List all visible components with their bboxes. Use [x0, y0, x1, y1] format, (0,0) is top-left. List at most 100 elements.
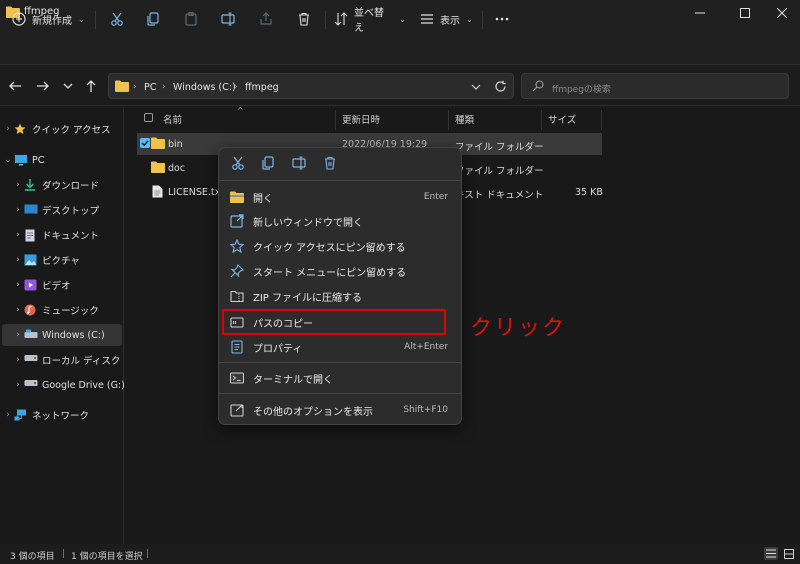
share-button[interactable] [254, 8, 278, 30]
view-button[interactable]: 表示 ⌄ [420, 8, 474, 30]
toolbar-divider [482, 11, 483, 29]
address-dropdown-button[interactable] [470, 81, 482, 93]
nav-item-windows-c[interactable]: › Windows (C:) [2, 324, 122, 346]
menu-item-pin-quick-access[interactable]: クイック アクセスにピン留めする [226, 234, 456, 258]
select-all-checkbox[interactable] [144, 113, 153, 122]
ctx-rename-button[interactable] [292, 156, 306, 170]
ctx-copy-button[interactable] [261, 156, 275, 170]
nav-item-documents[interactable]: › ドキュメント [2, 224, 122, 246]
highlight-box [222, 309, 446, 335]
rename-button[interactable] [216, 8, 240, 30]
toolbar-divider [95, 11, 96, 29]
cut-button[interactable] [105, 8, 129, 30]
tiles-view-button[interactable] [782, 547, 796, 560]
chevron-right-icon: › [16, 330, 20, 340]
column-divider[interactable] [541, 110, 542, 130]
new-button[interactable]: 新規作成 ⌄ [12, 8, 88, 30]
share-icon [259, 12, 273, 26]
address-bar[interactable] [108, 73, 514, 99]
ctx-cut-button[interactable] [231, 156, 245, 170]
chevron-right-icon: › [6, 124, 10, 134]
copy-button[interactable] [141, 8, 165, 30]
nav-item-local-disk-d[interactable]: › ローカル ディスク (D:) [2, 349, 141, 371]
file-name: bin [168, 139, 183, 150]
menu-item-properties[interactable]: プロパティ Alt+Enter [226, 335, 456, 359]
file-name: LICENSE.txt [168, 187, 224, 198]
nav-item-videos[interactable]: › ビデオ [2, 274, 122, 296]
folder-icon [115, 80, 129, 92]
up-button[interactable] [84, 79, 98, 93]
sort-icon [334, 12, 348, 26]
breadcrumb-ffmpeg[interactable]: ffmpeg [245, 82, 279, 93]
column-divider[interactable] [335, 110, 336, 130]
scissors-icon [231, 156, 245, 170]
copy-icon [146, 12, 160, 26]
nav-item-music[interactable]: › ミュージック [2, 299, 122, 321]
column-header-size[interactable]: サイズ [548, 112, 576, 126]
search-icon [532, 80, 544, 92]
back-button[interactable] [8, 79, 22, 93]
menu-item-zip[interactable]: ZIP ファイルに圧縮する [226, 284, 456, 308]
menu-item-open-new-window[interactable]: 新しいウィンドウで開く [226, 209, 456, 233]
menu-item-open-terminal[interactable]: ターミナルで開く [226, 366, 456, 390]
picture-icon [24, 254, 38, 266]
maximize-button[interactable] [725, 0, 765, 26]
file-type: キスト ドキュメント [455, 190, 544, 201]
folder-icon [151, 161, 165, 173]
row-checkbox[interactable] [140, 138, 150, 148]
nav-item-pictures[interactable]: › ピクチャ [2, 249, 122, 271]
sort-button-label: 並べ替え [354, 8, 384, 34]
menu-label: クイック アクセスにピン留めする [253, 242, 406, 254]
column-header-name[interactable]: 名前 [163, 112, 182, 126]
menu-shortcut: Shift+F10 [403, 405, 448, 415]
refresh-button[interactable] [494, 80, 507, 93]
search-placeholder: ffmpegの検索 [552, 85, 611, 95]
delete-button[interactable] [292, 8, 316, 30]
column-divider[interactable] [448, 110, 449, 130]
menu-shortcut: Enter [423, 192, 448, 202]
recent-locations-button[interactable] [62, 80, 74, 92]
trash-icon [323, 156, 337, 170]
nav-label: Google Drive (G:) [42, 379, 125, 391]
minimize-button[interactable] [680, 0, 720, 26]
more-options-icon [230, 403, 244, 417]
breadcrumb-pc[interactable]: PC [144, 82, 156, 93]
column-header-type[interactable]: 種類 [455, 112, 474, 126]
command-bar [0, 26, 800, 64]
column-header-date[interactable]: 更新日時 [342, 112, 380, 126]
ctx-delete-button[interactable] [323, 156, 337, 170]
drive-icon [24, 329, 38, 341]
breadcrumb-windows-c[interactable]: Windows (C:) [173, 82, 236, 93]
music-icon [24, 304, 38, 316]
menu-divider [219, 362, 461, 363]
details-view-icon [766, 549, 776, 558]
nav-item-downloads[interactable]: › ダウンロード [2, 174, 122, 196]
file-type: ファイル フォルダー [455, 142, 544, 153]
column-divider[interactable] [601, 110, 602, 130]
menu-item-more-options[interactable]: その他のオプションを表示 Shift+F10 [226, 398, 456, 422]
close-button[interactable] [762, 0, 800, 26]
nav-item-google-drive[interactable]: › Google Drive (G:) [2, 374, 125, 396]
menu-item-open[interactable]: 開く Enter [226, 185, 456, 209]
nav-label: デスクトップ [42, 206, 100, 217]
chevron-right-icon: › [234, 82, 238, 92]
details-view-button[interactable] [764, 547, 778, 560]
view-list-icon [420, 12, 434, 26]
menu-divider [219, 180, 461, 181]
arrow-up-icon [84, 79, 98, 93]
more-options-button[interactable] [490, 8, 514, 30]
status-selected: 1 個の項目を選択 [71, 552, 143, 562]
nav-item-network[interactable]: › ネットワーク [2, 404, 122, 426]
more-icon [495, 17, 509, 21]
nav-item-quick-access[interactable]: › クイック アクセス [2, 118, 122, 140]
chevron-right-icon: › [16, 280, 20, 290]
nav-item-pc[interactable]: ⌄ PC [2, 149, 122, 171]
chevron-down-icon: ⌄ [466, 14, 473, 24]
desktop-icon [24, 204, 38, 216]
nav-item-desktop[interactable]: › デスクトップ [2, 199, 122, 221]
paste-button[interactable] [179, 8, 203, 30]
nav-label: ミュージック [42, 306, 99, 317]
menu-item-pin-start[interactable]: スタート メニューにピン留めする [226, 259, 456, 283]
forward-button[interactable] [36, 79, 50, 93]
sort-button[interactable]: 並べ替え ⌄ [334, 8, 406, 34]
